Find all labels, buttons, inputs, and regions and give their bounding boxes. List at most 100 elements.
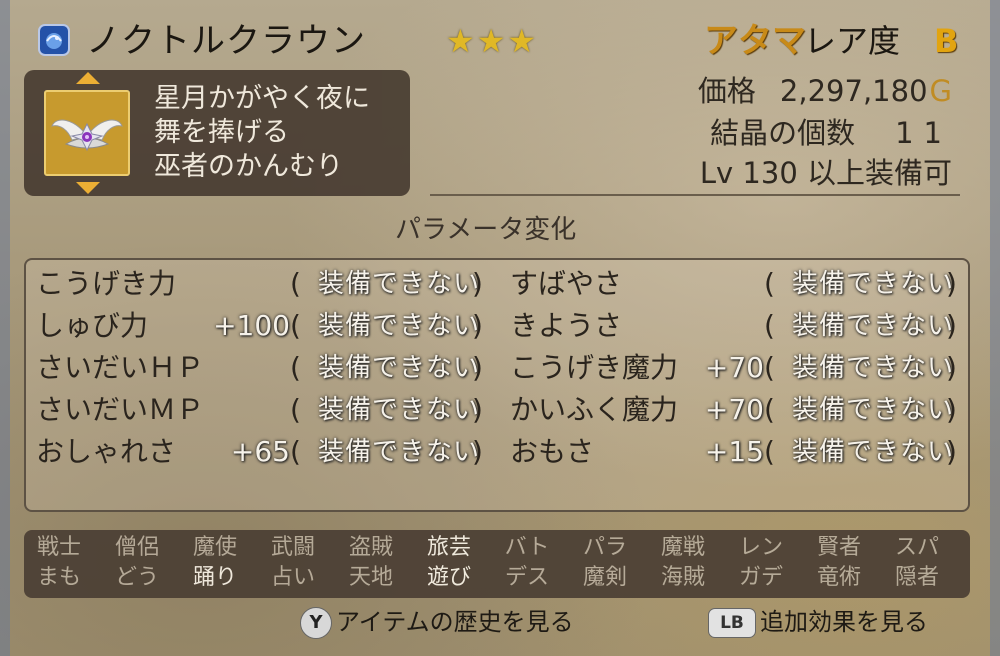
param-name: きようさ	[510, 309, 623, 342]
crystal-label: 結晶の個数	[710, 116, 856, 150]
job-magic-sword: 魔剣	[582, 565, 627, 590]
paren-close: )	[472, 267, 483, 300]
equippable-jobs-panel: 戦士 僧侶 魔使 武闘 盗賊 旅芸 バト パラ 魔戦 レン 賢者 スパ まも ど…	[24, 530, 970, 598]
description-line: 星月かがやく夜に	[154, 83, 370, 114]
paren-close: )	[472, 435, 483, 468]
rarity-label: レア度	[804, 22, 901, 60]
job-fortune-teller: 占い	[270, 565, 315, 590]
param-row-weight: おもさ +15 ( 装備できない )	[500, 432, 980, 472]
param-row-attack-magic: こうげき魔力 +70 ( 装備できない )	[500, 348, 980, 388]
paren-close: )	[472, 393, 483, 426]
job-gadabout: 遊び	[426, 565, 471, 590]
param-status: 装備できない	[318, 353, 481, 383]
paren-open: (	[290, 393, 301, 426]
gold-currency-mark: G	[929, 74, 952, 108]
right-border-ornament	[990, 0, 1000, 656]
price-value: 2,297,180	[779, 74, 928, 108]
job-thief: 盗賊	[348, 535, 393, 560]
param-status: 装備できない	[792, 395, 955, 425]
paren-close: )	[472, 309, 483, 342]
price-row: 価格 2,297,180G	[698, 72, 952, 110]
param-status: 装備できない	[792, 353, 955, 383]
job-sage: 賢者	[816, 535, 861, 560]
job-minstrel: 旅芸	[426, 535, 471, 560]
item-description: 星月かがやく夜に 舞を捧げる 巫者のかんむり	[154, 82, 370, 184]
paren-close: )	[946, 351, 957, 384]
lb-button-icon[interactable]: LB	[708, 608, 756, 638]
scroll-down-arrow-icon[interactable]	[76, 182, 100, 194]
param-name: さいだいＨＰ	[36, 351, 205, 384]
param-bonus: +70	[704, 351, 764, 384]
param-status: 装備できない	[792, 269, 955, 299]
job-dragon-arts: 竜術	[816, 565, 861, 590]
param-row-max-hp: さいだいＨＰ ( 装備できない )	[26, 348, 506, 388]
item-history-hint[interactable]: Y アイテムの歴史を見る	[300, 604, 574, 640]
paren-open: (	[290, 267, 301, 300]
job-superstar: スパ	[894, 535, 939, 560]
equip-slot: アタマ	[704, 21, 806, 61]
param-row-heal-magic: かいふく魔力 +70 ( 装備できない )	[500, 390, 980, 430]
rarity-grade: B	[934, 22, 959, 60]
paren-close: )	[946, 393, 957, 426]
extra-effects-label[interactable]: 追加効果を見る	[760, 608, 928, 636]
param-row-max-mp: さいだいＭＰ ( 装備できない )	[26, 390, 506, 430]
job-pirate: 海賊	[660, 565, 705, 590]
param-status: 装備できない	[792, 437, 955, 467]
paren-open: (	[290, 309, 301, 342]
paren-open: (	[764, 309, 775, 342]
paren-open: (	[290, 435, 301, 468]
job-battle-master: バト	[504, 535, 550, 560]
job-armamentalist: 魔戦	[660, 535, 705, 560]
job-mage: 魔使	[192, 535, 237, 560]
param-name: すばやさ	[510, 267, 623, 300]
extra-effects-hint[interactable]: LB 追加効果を見る	[708, 604, 928, 640]
scroll-up-arrow-icon[interactable]	[76, 72, 100, 84]
y-button-icon[interactable]: Y	[300, 607, 332, 639]
item-description-panel: 星月かがやく夜に 舞を捧げる 巫者のかんむり	[24, 70, 410, 196]
paren-close: )	[946, 267, 957, 300]
paren-open: (	[764, 435, 775, 468]
parameter-panel: こうげき力 ( 装備できない ) しゅび力 +100 ( 装備できない ) さい…	[24, 258, 970, 512]
paren-open: (	[764, 267, 775, 300]
param-bonus: +70	[704, 393, 764, 426]
job-dancer: 踊り	[192, 565, 237, 590]
job-ranger: レン	[738, 535, 783, 560]
headgear-category-icon	[38, 24, 70, 56]
param-name: さいだいＭＰ	[36, 393, 205, 426]
item-name: ノクトルクラウン	[86, 21, 366, 61]
job-warrior: 戦士	[36, 535, 81, 560]
param-bonus: +65	[230, 435, 290, 468]
price-label: 価格	[697, 74, 756, 108]
param-status: 装備できない	[318, 311, 481, 341]
paren-open: (	[764, 351, 775, 384]
crown-item-icon	[44, 90, 130, 176]
param-status: 装備できない	[318, 437, 481, 467]
param-status: 装備できない	[792, 311, 955, 341]
param-bonus: +15	[704, 435, 764, 468]
param-row-style: おしゃれさ +65 ( 装備できない )	[26, 432, 506, 472]
paren-close: )	[472, 351, 483, 384]
param-row-dexterity: きようさ ( 装備できない )	[500, 306, 980, 346]
divider	[430, 194, 960, 196]
job-item-master: どう	[114, 565, 159, 590]
crystal-count: 11	[895, 116, 952, 150]
param-row-defense: しゅび力 +100 ( 装備できない )	[26, 306, 506, 346]
param-row-agility: すばやさ ( 装備できない )	[500, 264, 980, 304]
job-paladin: パラ	[582, 535, 627, 560]
description-line: 巫者のかんむり	[154, 151, 343, 182]
item-history-label[interactable]: アイテムの歴史を見る	[336, 608, 574, 636]
item-title-bar: ノクトルクラウン ★★★ アタマ レア度 B	[38, 18, 968, 64]
paren-open: (	[764, 393, 775, 426]
parameter-section-title: パラメータ変化	[395, 215, 577, 245]
job-death-master: デス	[504, 565, 549, 590]
job-priest: 僧侶	[114, 535, 159, 560]
left-border-ornament	[0, 0, 10, 656]
param-status: 装備できない	[318, 269, 481, 299]
param-bonus: +100	[213, 309, 290, 342]
paren-close: )	[946, 435, 957, 468]
crystal-row: 結晶の個数 11	[710, 114, 952, 152]
job-guardian: ガデ	[738, 565, 783, 590]
param-status: 装備できない	[318, 395, 481, 425]
paren-close: )	[946, 309, 957, 342]
param-name: こうげき力	[36, 267, 177, 300]
